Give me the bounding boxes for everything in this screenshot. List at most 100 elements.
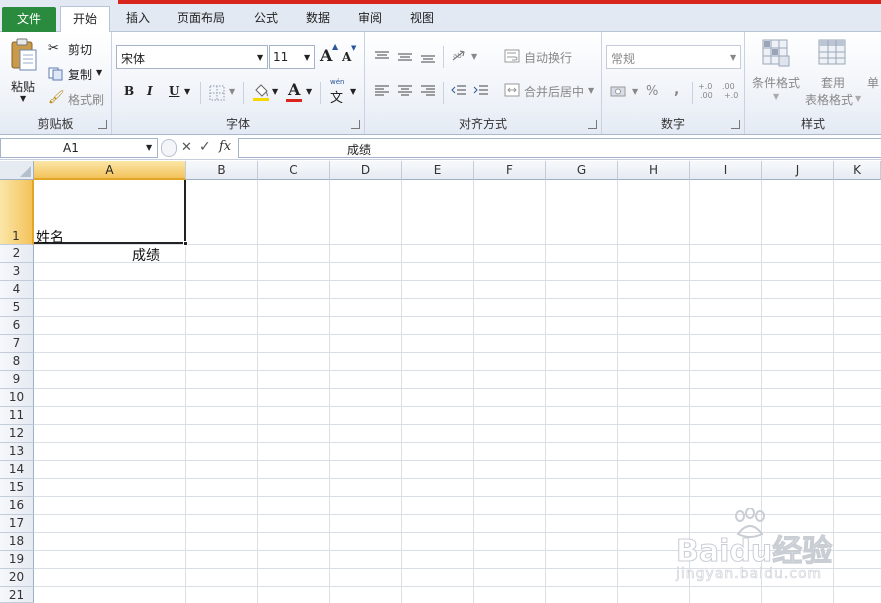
formula-input[interactable]: 成绩 <box>238 138 881 158</box>
row-header-17[interactable]: 17 <box>0 515 34 533</box>
fill-color-icon[interactable] <box>252 82 270 102</box>
cell-styles-button[interactable]: 单 <box>867 74 879 91</box>
font-size-dropdown-icon[interactable]: ▼ <box>304 53 310 62</box>
font-launcher-icon[interactable] <box>351 120 360 129</box>
paste-dropdown-icon[interactable]: ▼ <box>20 94 26 103</box>
increase-indent-icon[interactable] <box>473 84 489 98</box>
row-header-20[interactable]: 20 <box>0 569 34 587</box>
bold-button[interactable]: B <box>124 84 134 98</box>
row-header-13[interactable]: 13 <box>0 443 34 461</box>
accounting-dropdown-icon[interactable]: ▼ <box>632 87 638 96</box>
column-header-d[interactable]: D <box>330 161 402 180</box>
align-right-icon[interactable] <box>420 84 436 98</box>
row-header-16[interactable]: 16 <box>0 497 34 515</box>
orientation-icon[interactable]: ab <box>451 48 471 64</box>
row-header-1[interactable]: 1 <box>0 180 34 245</box>
row-header-6[interactable]: 6 <box>0 317 34 335</box>
fill-color-dropdown-icon[interactable]: ▼ <box>272 87 278 96</box>
font-color-button[interactable]: A <box>288 80 300 99</box>
column-header-j[interactable]: J <box>762 161 834 180</box>
align-center-icon[interactable] <box>397 84 413 98</box>
underline-button[interactable]: U <box>169 84 179 98</box>
row-header-11[interactable]: 11 <box>0 407 34 425</box>
merge-dropdown-icon[interactable]: ▼ <box>588 86 594 95</box>
decrease-decimal-button[interactable]: .00 +.0 <box>722 82 742 104</box>
row-header-2[interactable]: 2 <box>0 245 34 263</box>
row-header-9[interactable]: 9 <box>0 371 34 389</box>
font-name-select[interactable]: 宋体 ▼ <box>116 45 268 69</box>
row-header-21[interactable]: 21 <box>0 587 34 603</box>
cut-button[interactable]: ✂ 剪切 <box>48 40 108 58</box>
row-header-15[interactable]: 15 <box>0 479 34 497</box>
font-color-dropdown-icon[interactable]: ▼ <box>306 87 312 96</box>
row-header-12[interactable]: 12 <box>0 425 34 443</box>
column-header-b[interactable]: B <box>186 161 258 180</box>
tab-view[interactable]: 视图 <box>404 6 440 32</box>
row-header-10[interactable]: 10 <box>0 389 34 407</box>
copy-button[interactable]: 复制 ▼ <box>48 65 108 83</box>
conditional-dropdown-icon[interactable]: ▼ <box>773 92 779 101</box>
percent-button[interactable]: % <box>646 84 658 99</box>
phonetic-button[interactable]: 文 <box>330 87 343 106</box>
row-header-18[interactable]: 18 <box>0 533 34 551</box>
fill-handle[interactable] <box>183 241 188 246</box>
format-painter-button[interactable]: 🖌 格式刷 <box>48 90 108 108</box>
row-header-3[interactable]: 3 <box>0 263 34 281</box>
number-format-dropdown-icon[interactable]: ▼ <box>730 53 736 62</box>
tab-insert[interactable]: 插入 <box>120 6 156 32</box>
tab-formulas[interactable]: 公式 <box>248 6 284 32</box>
row-header-5[interactable]: 5 <box>0 299 34 317</box>
italic-button[interactable]: I <box>147 84 153 98</box>
column-header-c[interactable]: C <box>258 161 330 180</box>
decrease-indent-icon[interactable] <box>451 84 467 98</box>
tab-page-layout[interactable]: 页面布局 <box>170 6 232 32</box>
name-box[interactable]: A1 ▼ <box>0 138 158 158</box>
paste-button[interactable]: 粘贴 ▼ <box>4 36 44 108</box>
column-header-i[interactable]: I <box>690 161 762 180</box>
row-header-19[interactable]: 19 <box>0 551 34 569</box>
align-middle-icon[interactable] <box>397 50 413 64</box>
table-format-dropdown-icon[interactable]: ▼ <box>855 94 861 103</box>
comma-button[interactable]: , <box>674 82 679 98</box>
border-dropdown-icon[interactable]: ▼ <box>229 87 235 96</box>
name-box-dropdown-icon[interactable]: ▼ <box>146 143 152 152</box>
column-header-h[interactable]: H <box>618 161 690 180</box>
format-as-table-button[interactable]: 套用 表格格式 ▼ <box>805 36 861 108</box>
number-format-select[interactable]: 常规 ▼ <box>606 45 741 69</box>
column-header-k[interactable]: K <box>834 161 881 180</box>
increase-decimal-button[interactable]: +.0 .00 <box>698 82 718 104</box>
tab-home[interactable]: 开始 <box>60 6 110 33</box>
merge-center-button[interactable]: 合并后居中 ▼ <box>502 82 598 100</box>
border-icon[interactable] <box>209 85 225 101</box>
cancel-icon[interactable]: ✕ <box>181 140 192 155</box>
column-header-g[interactable]: G <box>546 161 618 180</box>
tab-data[interactable]: 数据 <box>300 6 336 32</box>
shrink-font-button[interactable]: A <box>342 50 351 64</box>
row-header-14[interactable]: 14 <box>0 461 34 479</box>
conditional-format-button[interactable]: 条件格式 ▼ <box>749 36 805 108</box>
row-header-8[interactable]: 8 <box>0 353 34 371</box>
phonetic-dropdown-icon[interactable]: ▼ <box>350 87 356 96</box>
grow-font-button[interactable]: A <box>320 46 332 65</box>
column-header-f[interactable]: F <box>474 161 546 180</box>
tab-file[interactable]: 文件 <box>2 7 56 32</box>
number-launcher-icon[interactable] <box>731 120 740 129</box>
row-header-4[interactable]: 4 <box>0 281 34 299</box>
column-header-a[interactable]: A <box>34 161 186 180</box>
select-all-corner[interactable] <box>0 161 34 180</box>
copy-dropdown-icon[interactable]: ▼ <box>96 68 102 77</box>
accounting-format-icon[interactable] <box>610 84 628 98</box>
align-top-icon[interactable] <box>374 50 390 64</box>
formula-bar-grip-icon[interactable] <box>161 139 177 157</box>
align-bottom-icon[interactable] <box>420 50 436 64</box>
font-name-dropdown-icon[interactable]: ▼ <box>257 53 263 62</box>
alignment-launcher-icon[interactable] <box>588 120 597 129</box>
row-header-7[interactable]: 7 <box>0 335 34 353</box>
font-size-select[interactable]: 11 ▼ <box>269 45 315 69</box>
enter-icon[interactable]: ✓ <box>199 139 211 155</box>
align-left-icon[interactable] <box>374 84 390 98</box>
underline-dropdown-icon[interactable]: ▼ <box>184 87 190 96</box>
insert-function-icon[interactable]: fx <box>219 139 231 154</box>
column-header-e[interactable]: E <box>402 161 474 180</box>
clipboard-launcher-icon[interactable] <box>98 120 107 129</box>
